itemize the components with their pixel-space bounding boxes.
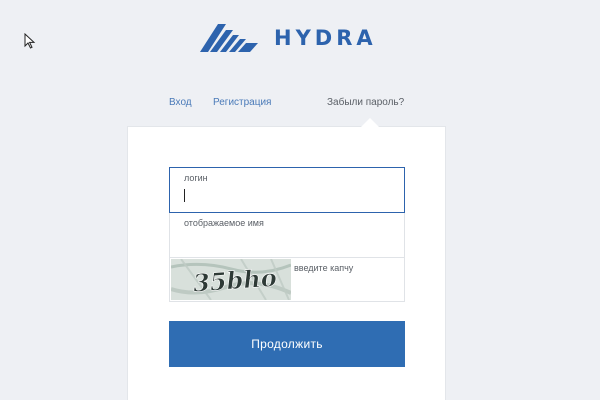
- captcha-text: 35bho: [192, 263, 277, 298]
- mouse-cursor-icon: [24, 33, 36, 49]
- captcha-image[interactable]: 35bho: [171, 259, 291, 300]
- card-notch-pointer: [361, 118, 379, 127]
- nav-forgot-password-link[interactable]: Забыли пароль?: [327, 97, 404, 108]
- hydra-logo-icon: [200, 24, 258, 52]
- nav-login-link[interactable]: Вход: [169, 97, 192, 108]
- login-input[interactable]: логин: [169, 167, 405, 213]
- nav-register-link[interactable]: Регистрация: [213, 97, 271, 108]
- login-label: логин: [184, 173, 208, 183]
- display-name-input[interactable]: отображаемое имя: [169, 212, 405, 258]
- text-caret: [184, 189, 185, 202]
- brand-name: HYDRA: [274, 26, 377, 50]
- login-form: логин отображаемое имя 35bho введите кап…: [169, 167, 405, 302]
- captcha-label: введите капчу: [294, 263, 354, 273]
- brand-logo[interactable]: HYDRA: [200, 18, 377, 58]
- auth-nav: Вход Регистрация Забыли пароль?: [0, 97, 600, 113]
- captcha-input[interactable]: 35bho введите капчу: [169, 257, 405, 302]
- continue-button[interactable]: Продолжить: [169, 321, 405, 367]
- display-name-label: отображаемое имя: [184, 218, 264, 228]
